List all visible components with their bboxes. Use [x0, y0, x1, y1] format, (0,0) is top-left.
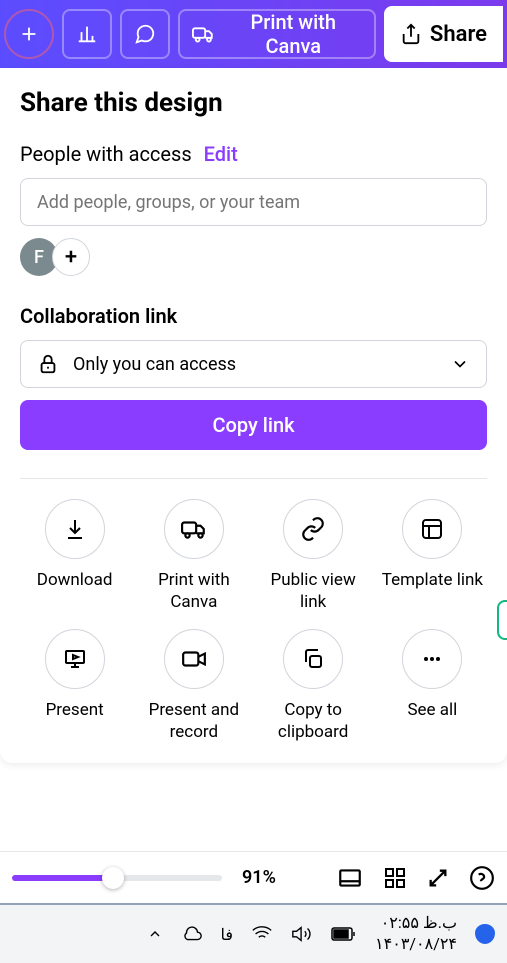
date-value: ۱۴۰۳/۰۸/۲۴	[375, 934, 457, 955]
action-label: Public view link	[259, 569, 368, 613]
taskbar-clock[interactable]: ب.ظ ۰۲:۵۵ ۱۴۰۳/۰۸/۲۴	[375, 913, 457, 955]
fullscreen-icon[interactable]	[427, 867, 449, 889]
access-dropdown[interactable]: Only you can access	[20, 340, 487, 388]
chevron-down-icon	[450, 354, 470, 374]
link-icon	[300, 516, 326, 542]
template-link-action[interactable]: Template link	[378, 499, 487, 613]
share-title: Share this design	[20, 88, 487, 118]
top-toolbar: Print with Canva Share	[0, 0, 507, 68]
print-label: Print with Canva	[225, 10, 362, 58]
action-label: See all	[407, 699, 457, 721]
see-all-action[interactable]: See all	[378, 629, 487, 743]
zoom-value: 91%	[242, 867, 276, 888]
wifi-icon[interactable]	[251, 923, 273, 945]
cloud-icon[interactable]	[181, 923, 203, 945]
print-canva-action[interactable]: Print with Canva	[139, 499, 248, 613]
help-icon[interactable]	[469, 865, 495, 891]
battery-icon[interactable]	[331, 926, 357, 942]
action-label: Template link	[382, 569, 483, 591]
windows-taskbar: فا ب.ظ ۰۲:۵۵ ۱۴۰۳/۰۸/۲۴	[0, 903, 507, 963]
clipboard-action[interactable]: Copy to clipboard	[259, 629, 368, 743]
present-icon	[63, 647, 87, 671]
template-icon	[420, 517, 444, 541]
share-icon	[400, 23, 422, 45]
action-label: Copy to clipboard	[259, 699, 368, 743]
truck-icon	[192, 22, 215, 46]
lock-icon	[37, 353, 59, 375]
add-user-button[interactable]: +	[52, 238, 90, 276]
share-label: Share	[430, 22, 487, 47]
slider-thumb[interactable]	[102, 867, 124, 889]
help-badge[interactable]	[497, 600, 507, 640]
time-value: ب.ظ ۰۲:۵۵	[375, 913, 457, 934]
divider	[20, 478, 487, 479]
share-panel: Share this design People with access Edi…	[0, 68, 507, 763]
grid-view-icon[interactable]	[383, 866, 407, 890]
avatar-row: F +	[20, 238, 487, 276]
public-link-action[interactable]: Public view link	[259, 499, 368, 613]
copy-link-button[interactable]: Copy link	[20, 400, 487, 450]
truck-icon	[181, 516, 207, 542]
access-label: People with access	[20, 142, 192, 166]
analytics-button[interactable]	[62, 9, 112, 59]
share-button[interactable]: Share	[384, 6, 503, 62]
chevron-up-icon[interactable]	[147, 926, 163, 942]
edit-access-link[interactable]: Edit	[204, 142, 238, 166]
action-label: Download	[37, 569, 113, 591]
bottom-bar: 91%	[0, 851, 507, 903]
notification-icon[interactable]	[475, 924, 495, 944]
volume-icon[interactable]	[291, 923, 313, 945]
people-input[interactable]	[20, 178, 487, 226]
copy-icon	[301, 647, 325, 671]
action-label: Present	[46, 699, 104, 721]
print-button[interactable]: Print with Canva	[178, 9, 376, 59]
language-indicator[interactable]: فا	[221, 925, 234, 944]
zoom-slider[interactable]	[12, 875, 222, 881]
present-record-action[interactable]: Present and record	[139, 629, 248, 743]
download-action[interactable]: Download	[20, 499, 129, 613]
present-action[interactable]: Present	[20, 629, 129, 743]
add-button[interactable]	[4, 9, 54, 59]
access-value: Only you can access	[73, 354, 236, 375]
comment-icon	[134, 23, 156, 45]
action-label: Print with Canva	[139, 569, 248, 613]
collab-title: Collaboration link	[20, 304, 487, 328]
page-view-icon[interactable]	[337, 865, 363, 891]
video-icon	[181, 646, 207, 672]
share-actions-grid: Download Print with Canva Public view li…	[20, 499, 487, 743]
bar-chart-icon	[76, 23, 98, 45]
download-icon	[63, 517, 87, 541]
action-label: Present and record	[139, 699, 248, 743]
comment-button[interactable]	[120, 9, 170, 59]
more-icon	[420, 647, 444, 671]
plus-icon	[18, 23, 40, 45]
